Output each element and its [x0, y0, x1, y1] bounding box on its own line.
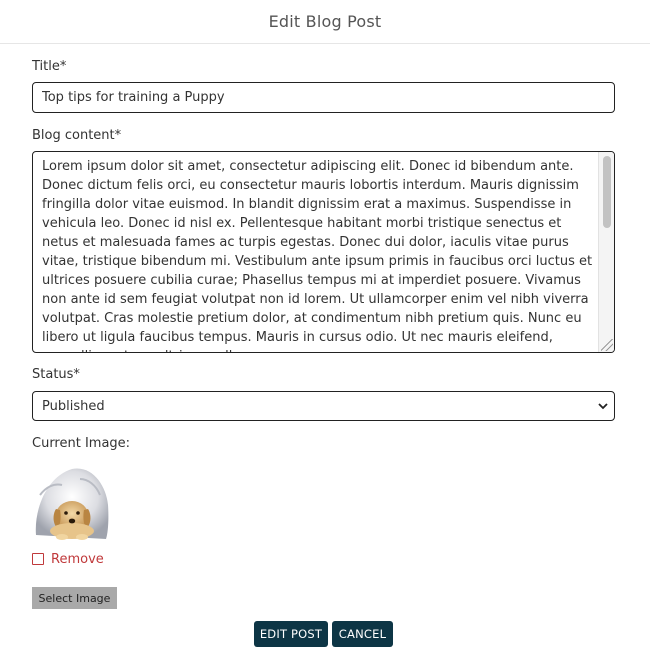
- status-select[interactable]: Published: [32, 391, 615, 421]
- page-header: Edit Blog Post: [0, 0, 650, 44]
- content-text: Lorem ipsum dolor sit amet, consectetur …: [42, 159, 593, 352]
- puppy-image-icon: [35, 468, 109, 540]
- scrollbar-thumb[interactable]: [603, 156, 611, 228]
- cancel-button[interactable]: CANCEL: [332, 621, 393, 647]
- remove-image-row[interactable]: Remove: [32, 550, 104, 568]
- remove-checkbox[interactable]: [32, 553, 44, 565]
- status-selected-value: Published: [42, 398, 105, 414]
- page-title: Edit Blog Post: [268, 12, 382, 31]
- status-label: Status*: [32, 367, 80, 382]
- current-image-label: Current Image:: [32, 436, 131, 451]
- content-textarea[interactable]: Lorem ipsum dolor sit amet, consectetur …: [32, 151, 615, 353]
- content-label: Blog content*: [32, 128, 122, 143]
- content-scrollbar[interactable]: [598, 152, 614, 352]
- select-image-button[interactable]: Select Image: [32, 587, 117, 609]
- remove-label[interactable]: Remove: [51, 552, 104, 567]
- title-label: Title*: [32, 59, 67, 74]
- edit-post-button[interactable]: EDIT POST: [254, 621, 328, 647]
- title-input[interactable]: [32, 82, 615, 113]
- current-image-thumbnail: [32, 465, 109, 542]
- resize-grip-icon[interactable]: [601, 339, 613, 351]
- chevron-down-icon: [598, 403, 608, 410]
